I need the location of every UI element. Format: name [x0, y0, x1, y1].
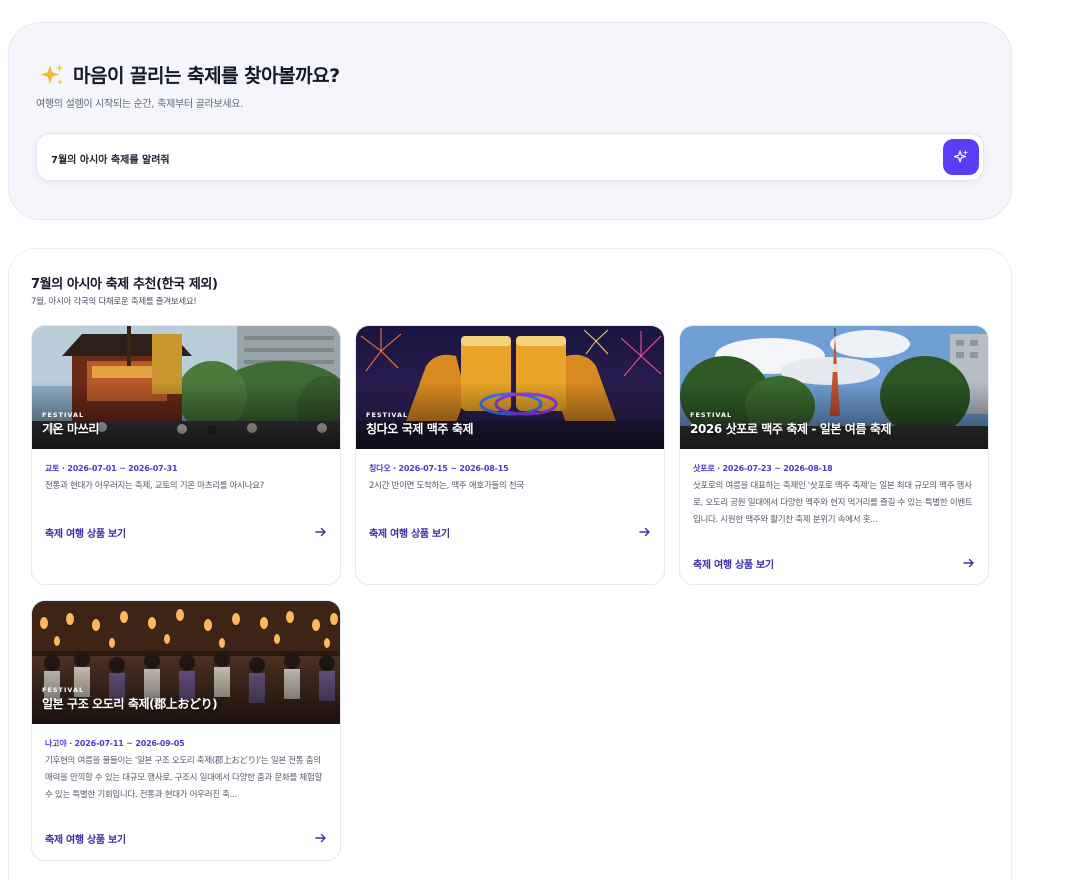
festival-location-date: 삿포로 · 2026-07-23 ~ 2026-08-18	[693, 464, 833, 473]
festival-tag: FESTIVAL	[366, 411, 409, 419]
festival-description: 2시간 반이면 도착하는, 맥주 애호가들의 천국	[369, 481, 524, 491]
festival-location-date: 나고야 · 2026-07-11 ~ 2026-09-05	[45, 739, 185, 748]
results-subtitle: 7월, 아시아 각국의 다채로운 축제를 즐겨보세요!	[31, 297, 197, 307]
festival-image: FESTIVAL 일본 구조 오도리 축제(郡上おどり)	[32, 601, 340, 724]
view-tour-products-link[interactable]: 축제 여행 상품 보기	[693, 556, 774, 571]
festival-tag: FESTIVAL	[42, 411, 85, 419]
festival-description: 삿포로의 여름을 대표하는 축제인 '삿포로 맥주 축제'는 일본 최대 규모의…	[693, 481, 973, 525]
festival-card[interactable]: FESTIVAL 2026 삿포로 맥주 축제 - 일본 여름 축제 삿포로 ·…	[679, 325, 989, 585]
festival-tag: FESTIVAL	[42, 686, 85, 694]
festival-image: FESTIVAL 2026 삿포로 맥주 축제 - 일본 여름 축제	[680, 326, 988, 449]
festival-location-date: 교토 · 2026-07-01 ~ 2026-07-31	[45, 464, 178, 473]
search-input[interactable]	[51, 146, 911, 170]
arrow-right-icon[interactable]	[314, 831, 328, 845]
festival-name: 기온 마쓰리	[42, 422, 99, 436]
sparkles-icon	[40, 63, 64, 85]
festival-name: 칭다오 국제 맥주 축제	[366, 422, 474, 436]
search-button[interactable]	[943, 139, 979, 175]
panel-heading: 마음이 끌리는 축제를 찾아볼까요?	[39, 61, 340, 88]
festival-card[interactable]: FESTIVAL 칭다오 국제 맥주 축제 칭다오 · 2026-07-15 ~…	[355, 325, 665, 585]
festival-image: FESTIVAL 칭다오 국제 맥주 축제	[356, 326, 664, 449]
festival-location-date: 칭다오 · 2026-07-15 ~ 2026-08-15	[369, 464, 509, 473]
arrow-right-icon[interactable]	[962, 556, 976, 570]
results-title: 7월의 아시아 축제 추천(한국 제외)	[31, 277, 218, 292]
view-tour-products-link[interactable]: 축제 여행 상품 보기	[369, 525, 450, 540]
arrow-right-icon[interactable]	[314, 525, 328, 539]
arrow-right-icon[interactable]	[638, 525, 652, 539]
festival-name: 2026 삿포로 맥주 축제 - 일본 여름 축제	[690, 422, 892, 436]
festival-card[interactable]: FESTIVAL 기온 마쓰리 교토 · 2026-07-01 ~ 2026-0…	[31, 325, 341, 585]
view-tour-products-link[interactable]: 축제 여행 상품 보기	[45, 831, 126, 846]
festival-card[interactable]: FESTIVAL 일본 구조 오도리 축제(郡上おどり) 나고야 · 2026-…	[31, 600, 341, 861]
festival-name: 일본 구조 오도리 축제(郡上おどり)	[42, 697, 218, 711]
festival-results-panel: 7월의 아시아 축제 추천(한국 제외) 7월, 아시아 각국의 다채로운 축제…	[8, 248, 1012, 880]
page-subtitle: 여행의 설렘이 시작되는 순간, 축제부터 골라보세요.	[36, 99, 244, 110]
festival-search-panel: 마음이 끌리는 축제를 찾아볼까요? 여행의 설렘이 시작되는 순간, 축제부터…	[8, 22, 1012, 220]
festival-description: 전통과 현대가 어우러지는 축제, 교토의 기온 마츠리를 아시나요?	[45, 481, 264, 491]
festival-tag: FESTIVAL	[690, 411, 733, 419]
festival-description: 기후현의 여름을 물들이는 '일본 구조 오도리 축제(郡上おどり)'는 일본 …	[45, 756, 322, 800]
view-tour-products-link[interactable]: 축제 여행 상품 보기	[45, 525, 126, 540]
sparkle-icon	[953, 150, 968, 163]
festival-image: FESTIVAL 기온 마쓰리	[32, 326, 340, 449]
search-box	[36, 133, 984, 181]
page-title: 마음이 끌리는 축제를 찾아볼까요?	[73, 65, 340, 87]
